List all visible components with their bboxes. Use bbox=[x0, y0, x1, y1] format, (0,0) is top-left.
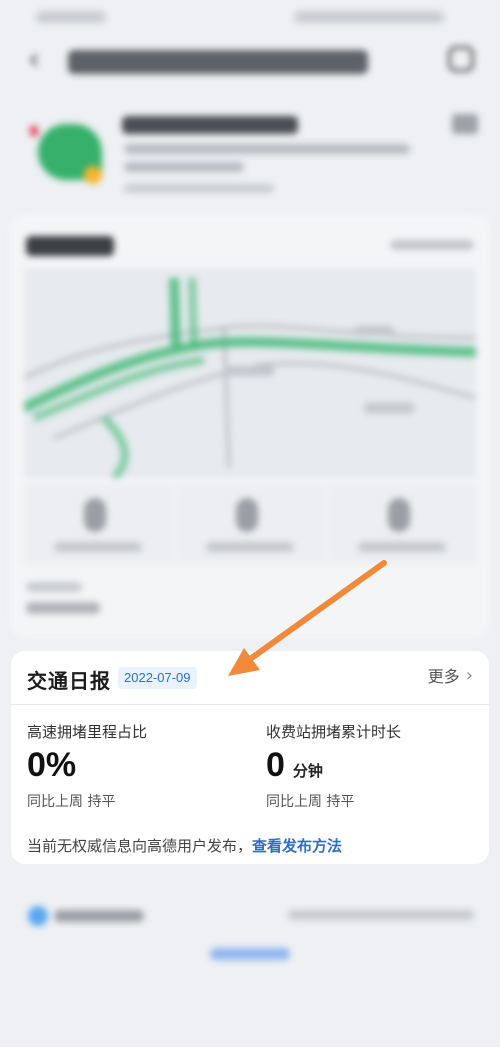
footer-row bbox=[0, 894, 500, 934]
organization-profile bbox=[0, 100, 500, 208]
traffic-daily-report-card: 交通日报 2022-07-09 更多 › 高速拥堵里程占比 0% 同比上周 持平… bbox=[11, 651, 489, 864]
toll-congestion-metric: 收费站拥堵累计时长 0 分钟 同比上周 持平 bbox=[266, 721, 401, 811]
road-condition-card bbox=[10, 214, 490, 638]
notice-text: 当前无权威信息向高德用户发布， bbox=[27, 837, 253, 855]
metric-label: 收费站拥堵累计时长 bbox=[266, 723, 402, 741]
road-condition-title bbox=[26, 236, 114, 256]
stat-tile bbox=[328, 484, 478, 564]
organization-name bbox=[122, 116, 298, 134]
publish-method-link[interactable]: 查看发布方法 bbox=[252, 837, 342, 855]
footer-label bbox=[54, 910, 144, 922]
chevron-right-icon[interactable]: › bbox=[466, 665, 473, 686]
status-icons bbox=[294, 11, 444, 23]
metric-value: 0% bbox=[27, 746, 77, 784]
metric-unit: 分钟 bbox=[292, 762, 323, 780]
organization-description-line-2 bbox=[124, 162, 244, 172]
map-footer-label bbox=[26, 582, 82, 592]
footer-link[interactable] bbox=[210, 948, 290, 960]
metric-comparison: 同比上周 持平 bbox=[266, 794, 355, 810]
metric-label: 高速拥堵里程占比 bbox=[27, 723, 148, 741]
location-icon bbox=[28, 906, 48, 926]
footer-info bbox=[288, 910, 474, 920]
more-label[interactable]: 更多 bbox=[428, 663, 460, 687]
organization-logo bbox=[30, 120, 112, 190]
report-date-badge: 2022-07-09 bbox=[118, 667, 197, 689]
stat-tile bbox=[24, 484, 174, 564]
highway-congestion-metric: 高速拥堵里程占比 0% 同比上周 持平 bbox=[27, 721, 147, 811]
metric-value: 0 bbox=[266, 746, 285, 784]
organization-meta bbox=[124, 184, 274, 193]
stat-tile bbox=[176, 484, 326, 564]
profile-action-button[interactable] bbox=[452, 114, 478, 134]
page-header: ‹ bbox=[0, 36, 500, 92]
more-link[interactable]: 更多 › bbox=[428, 663, 473, 687]
signal-icon bbox=[36, 11, 106, 23]
road-condition-more[interactable] bbox=[390, 240, 474, 250]
organization-description bbox=[124, 144, 410, 154]
metric-comparison: 同比上周 持平 bbox=[27, 794, 116, 810]
notice: 当前无权威信息向高德用户发布，查看发布方法 bbox=[27, 835, 342, 856]
service-icon[interactable] bbox=[448, 46, 474, 72]
divider bbox=[11, 704, 489, 705]
map-footer-value bbox=[26, 602, 100, 614]
traffic-map[interactable] bbox=[24, 268, 476, 478]
chevron-left-icon[interactable]: ‹ bbox=[28, 45, 50, 75]
traffic-report-title: 交通日报 bbox=[27, 669, 111, 693]
status-bar bbox=[0, 0, 500, 34]
page-title bbox=[68, 50, 368, 74]
